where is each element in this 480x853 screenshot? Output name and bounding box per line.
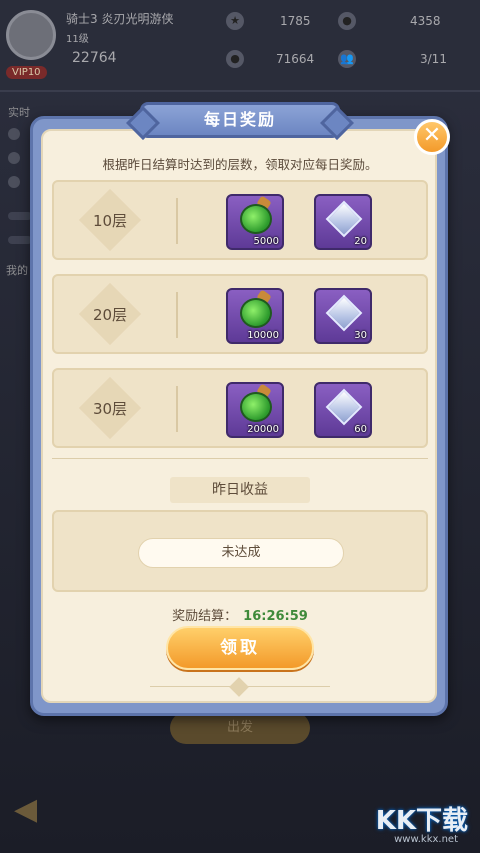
gem-quantity: 60 bbox=[354, 424, 367, 435]
potion-quantity: 20000 bbox=[247, 424, 279, 435]
gem-icon bbox=[325, 294, 363, 332]
gem-quantity: 30 bbox=[354, 330, 367, 341]
stat-d-value: 3/11 bbox=[420, 52, 447, 66]
friends-icon: 👥 bbox=[338, 50, 356, 68]
side-dot-3 bbox=[8, 176, 20, 188]
tier-separator bbox=[176, 292, 178, 338]
claim-button[interactable]: 领取 bbox=[166, 626, 314, 670]
section-divider bbox=[52, 458, 428, 459]
close-button[interactable]: ✕ bbox=[414, 119, 450, 155]
potion-reward[interactable]: 20000 bbox=[226, 382, 284, 438]
gem-reward[interactable]: 20 bbox=[314, 194, 372, 250]
side-bar-2 bbox=[8, 236, 32, 244]
gem-reward[interactable]: 60 bbox=[314, 382, 372, 438]
player-level: 11级 bbox=[66, 34, 89, 45]
reward-tier-10: 10层 5000 20 bbox=[52, 180, 428, 260]
potion-icon bbox=[240, 298, 272, 328]
settlement-time: 16:26:59 bbox=[243, 609, 308, 624]
depart-button[interactable]: 出发 bbox=[170, 712, 310, 744]
instruction-text: 根据昨日结算时达到的层数，领取对应每日奖励。 bbox=[102, 157, 378, 172]
tier-label: 20层 bbox=[92, 306, 128, 324]
tier-label: 30层 bbox=[92, 400, 128, 418]
side-dot-1 bbox=[8, 128, 20, 140]
potion-quantity: 10000 bbox=[247, 330, 279, 341]
stat-a-value: 1785 bbox=[280, 14, 311, 28]
modal-title: 每日奖励 bbox=[140, 102, 340, 138]
player-name: 骑士3 炎刃光明游侠 bbox=[66, 12, 174, 26]
potion-icon bbox=[240, 204, 272, 234]
gem-icon bbox=[325, 200, 363, 238]
potion-quantity: 5000 bbox=[253, 236, 279, 247]
gem-reward[interactable]: 30 bbox=[314, 288, 372, 344]
realtime-label: 实时 bbox=[8, 106, 30, 119]
stat-c-value: 71664 bbox=[276, 52, 315, 66]
watermark-url: www.kkx.net bbox=[394, 834, 458, 845]
settlement-label: 奖励结算： bbox=[172, 609, 238, 624]
yesterday-status: 未达成 bbox=[138, 538, 344, 568]
side-bar-1 bbox=[8, 212, 32, 220]
reward-tier-30: 30层 20000 60 bbox=[52, 368, 428, 448]
gem-quantity: 20 bbox=[354, 236, 367, 247]
stat-b-value: 4358 bbox=[410, 14, 441, 28]
settlement-timer: 奖励结算： 16:26:59 bbox=[40, 605, 440, 624]
tier-separator bbox=[176, 386, 178, 432]
tier-separator bbox=[176, 198, 178, 244]
gold-icon: ● bbox=[226, 50, 244, 68]
player-avatar[interactable] bbox=[6, 10, 56, 60]
currency-icon: ● bbox=[338, 12, 356, 30]
watermark-logo: KK下载 bbox=[375, 806, 468, 836]
yesterday-earnings-title: 昨日收益 bbox=[170, 477, 310, 503]
back-arrow-icon[interactable]: ◀ bbox=[14, 792, 37, 827]
star-icon: ★ bbox=[226, 12, 244, 30]
tier-label: 10层 bbox=[92, 212, 128, 230]
gem-icon bbox=[325, 388, 363, 426]
reward-tier-20: 20层 10000 30 bbox=[52, 274, 428, 354]
potion-icon bbox=[240, 392, 272, 422]
player-power: 22764 bbox=[72, 50, 117, 66]
player-info-bar: VIP10 骑士3 炎刃光明游侠 11级 22764 ★ 1785 ● 4358… bbox=[0, 0, 480, 92]
potion-reward[interactable]: 5000 bbox=[226, 194, 284, 250]
side-label: 我的 bbox=[6, 264, 28, 277]
vip-badge: VIP10 bbox=[6, 66, 47, 79]
yesterday-earnings-panel: 未达成 bbox=[52, 510, 428, 592]
potion-reward[interactable]: 10000 bbox=[226, 288, 284, 344]
side-dot-2 bbox=[8, 152, 20, 164]
